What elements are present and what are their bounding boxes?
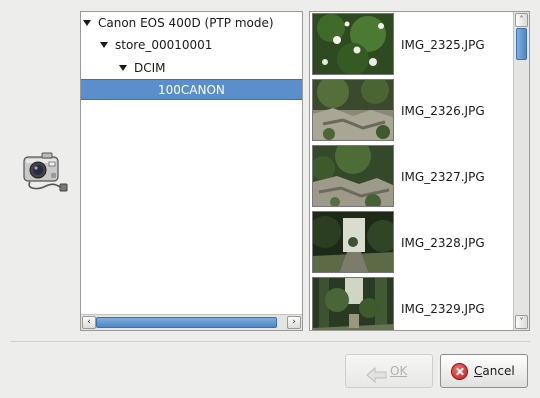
separator xyxy=(10,341,530,342)
thumbnail-image xyxy=(312,211,394,273)
scroll-right-icon[interactable]: › xyxy=(287,316,301,329)
tree-item-label: 100CANON xyxy=(158,83,225,97)
list-item[interactable]: IMG_2329.JPG xyxy=(311,276,511,330)
ok-label: OK xyxy=(390,364,408,378)
thumbnail-image xyxy=(312,79,394,141)
scroll-up-icon[interactable]: ˄ xyxy=(515,13,528,27)
ok-button[interactable]: OK xyxy=(345,354,433,388)
cancel-icon xyxy=(451,363,468,380)
tree-item-100canon[interactable]: 100CANON xyxy=(81,79,302,100)
arrow-left-icon xyxy=(366,363,388,395)
expander-down-icon[interactable] xyxy=(83,19,91,26)
tree-item-camera[interactable]: Canon EOS 400D (PTP mode) xyxy=(83,13,274,34)
thumbnail-image xyxy=(312,277,394,330)
tree-item-label: DCIM xyxy=(134,61,166,75)
file-name: IMG_2326.JPG xyxy=(401,104,485,118)
expander-down-icon[interactable] xyxy=(119,64,127,71)
horizontal-scrollbar[interactable]: ‹ › xyxy=(81,314,302,330)
tree-item-store[interactable]: store_00010001 xyxy=(100,35,212,56)
scroll-down-icon[interactable]: ˅ xyxy=(515,315,528,329)
tree-item-label: store_00010001 xyxy=(115,38,213,52)
tree-item-dcim[interactable]: DCIM xyxy=(119,58,166,79)
thumbnail-image xyxy=(312,145,394,207)
list-item[interactable]: IMG_2325.JPG xyxy=(311,12,511,78)
file-name: IMG_2327.JPG xyxy=(401,170,485,184)
list-item[interactable]: IMG_2326.JPG xyxy=(311,78,511,144)
cancel-label: Cancel xyxy=(474,364,515,378)
folder-tree[interactable]: Canon EOS 400D (PTP mode) store_00010001… xyxy=(80,11,303,331)
list-item[interactable]: IMG_2328.JPG xyxy=(311,210,511,276)
expander-down-icon[interactable] xyxy=(100,41,108,48)
image-list[interactable]: IMG_2325.JPG IMG_2326.JPG IMG_2327.JPG I… xyxy=(309,11,530,331)
scroll-left-icon[interactable]: ‹ xyxy=(82,316,96,329)
scrollbar-thumb[interactable] xyxy=(516,28,527,60)
list-item[interactable]: IMG_2327.JPG xyxy=(311,144,511,210)
file-name: IMG_2328.JPG xyxy=(401,236,485,250)
thumbnail-image xyxy=(312,13,394,75)
cancel-button[interactable]: Cancel xyxy=(440,354,528,388)
file-name: IMG_2329.JPG xyxy=(401,302,485,316)
camera-icon xyxy=(18,148,70,194)
file-name: IMG_2325.JPG xyxy=(401,38,485,52)
vertical-scrollbar[interactable]: ˄ ˅ xyxy=(513,12,529,330)
tree-item-label: Canon EOS 400D (PTP mode) xyxy=(98,16,274,30)
scrollbar-thumb[interactable] xyxy=(96,317,277,328)
